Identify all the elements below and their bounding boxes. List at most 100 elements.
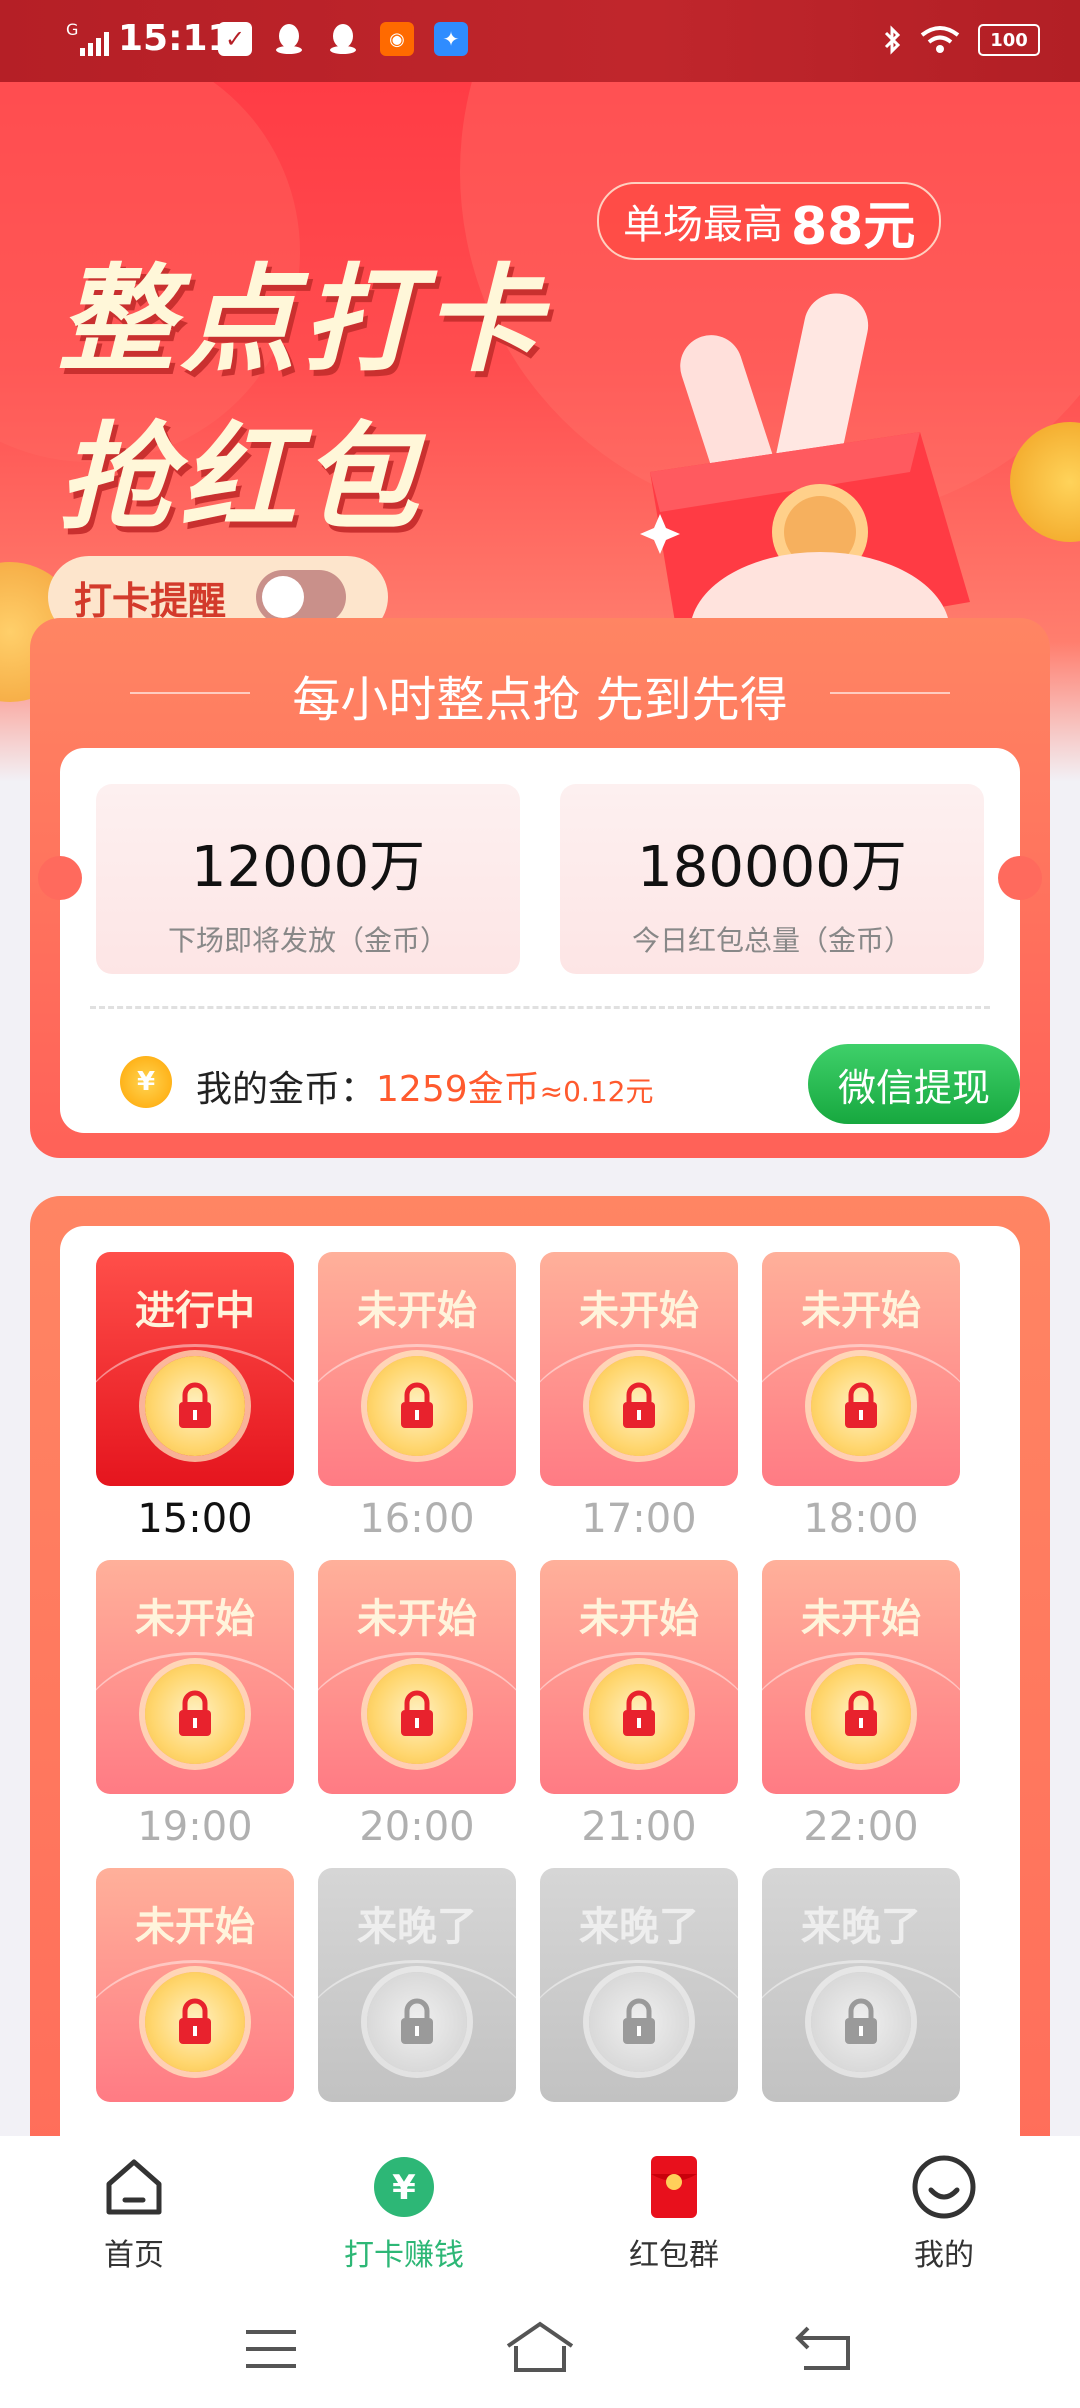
wifi-icon <box>920 26 960 53</box>
red-envelope-card[interactable]: 未开始 <box>762 1560 960 1794</box>
dashed-separator <box>90 1006 990 1009</box>
task-check-icon: ✓ <box>218 22 252 56</box>
red-envelope-card[interactable]: 未开始 <box>540 1560 738 1794</box>
lock-icon <box>811 1356 911 1456</box>
nav-home[interactable]: 首页 <box>34 2154 234 2274</box>
notification-icons: ✓ ◉ ✦ <box>218 22 468 56</box>
clock: 15:11 <box>118 18 233 59</box>
time-slots-card: 进行中 15:00 未开始 16:00 未开始 17:00 未开始 18:00 未开始 19:00… <box>30 1196 1050 2206</box>
slot-status: 未开始 <box>801 1596 921 1642</box>
yuan-coin-icon: ¥ <box>374 2157 434 2217</box>
status-bar: G 15:11 ✓ ◉ ✦ 100 <box>0 0 1080 82</box>
lock-icon <box>145 1664 245 1764</box>
red-envelope-card[interactable]: 未开始 <box>318 1252 516 1486</box>
ticket-notch <box>38 856 82 900</box>
lock-icon <box>145 1356 245 1456</box>
red-envelope-card[interactable]: 未开始 <box>96 1560 294 1794</box>
slot-status: 来晚了 <box>801 1904 921 1950</box>
remind-label: 打卡提醒 <box>74 578 227 623</box>
back-icon[interactable] <box>794 2324 852 2372</box>
time-slot[interactable]: 来晚了 <box>540 1868 738 2168</box>
red-envelope-card[interactable]: 未开始 <box>96 1868 294 2102</box>
slot-status: 未开始 <box>135 1904 255 1950</box>
time-slot[interactable]: 进行中 15:00 <box>96 1252 294 1552</box>
red-envelope-card[interactable]: 未开始 <box>762 1252 960 1486</box>
summary-inner-panel: 12000万 下场即将发放（金币） 180000万 今日红包总量（金币） ¥ 我… <box>60 748 1020 1133</box>
lock-icon <box>367 1356 467 1456</box>
time-slot[interactable]: 未开始 16:00 <box>318 1252 516 1552</box>
bottom-navigation: 首页 ¥ 打卡赚钱 红包群 我的 <box>0 2136 1080 2296</box>
nav-home-label: 首页 <box>104 2238 164 2273</box>
nav-checkin-label: 打卡赚钱 <box>344 2238 464 2273</box>
time-slot[interactable]: 未开始 22:00 <box>762 1560 960 1860</box>
lock-icon <box>367 1664 467 1764</box>
slot-time: 15:00 <box>137 1496 253 1542</box>
next-round-stat: 12000万 下场即将发放（金币） <box>96 784 520 974</box>
hero-title-line1: 整点打卡 <box>58 253 546 388</box>
my-coins-approx: ≈0.12元 <box>539 1075 654 1108</box>
summary-headline: 每小时整点抢 先到先得 <box>292 672 788 728</box>
time-slot[interactable]: 未开始 21:00 <box>540 1560 738 1860</box>
badge-prefix: 单场最高 <box>623 202 783 248</box>
slot-time: 19:00 <box>137 1804 253 1850</box>
runner-app-icon: ✦ <box>434 22 468 56</box>
red-envelope-card[interactable]: 来晚了 <box>540 1868 738 2102</box>
max-reward-badge: 单场最高 88元 <box>597 182 942 260</box>
red-envelope-card[interactable]: 进行中 <box>96 1252 294 1486</box>
red-envelope-card[interactable]: 未开始 <box>540 1252 738 1486</box>
slot-status: 进行中 <box>135 1288 255 1334</box>
slot-time: 18:00 <box>803 1496 919 1542</box>
slot-time: 17:00 <box>581 1496 697 1542</box>
slot-time: 16:00 <box>359 1496 475 1542</box>
app-badge-icon: ◉ <box>380 22 414 56</box>
red-envelope-card[interactable]: 未开始 <box>318 1560 516 1794</box>
home-nav-icon[interactable] <box>504 2320 576 2374</box>
hero-title: 整点打卡 抢红包 <box>58 242 546 558</box>
lock-icon <box>811 1972 911 2072</box>
my-coins-label: 我的金币： <box>196 1069 377 1110</box>
wechat-withdraw-button[interactable]: 微信提现 <box>808 1044 1020 1124</box>
slot-status: 未开始 <box>579 1288 699 1334</box>
time-slot[interactable]: 未开始 19:00 <box>96 1560 294 1860</box>
slot-time: 22:00 <box>803 1804 919 1850</box>
menu-icon[interactable] <box>244 2326 298 2372</box>
switch-knob <box>262 576 305 618</box>
qq-icon <box>272 22 306 56</box>
badge-amount: 88元 <box>791 196 916 257</box>
time-slot[interactable]: 未开始 <box>96 1868 294 2168</box>
svg-text:¥: ¥ <box>392 2168 416 2208</box>
lock-icon <box>589 1972 689 2072</box>
remind-switch[interactable] <box>256 570 347 624</box>
time-slot[interactable]: 来晚了 <box>318 1868 516 2168</box>
next-amount: 12000万 <box>190 835 426 900</box>
time-slot[interactable]: 来晚了 <box>762 1868 960 2168</box>
my-coins-value: 1259金币 <box>376 1069 540 1110</box>
time-slot[interactable]: 未开始 20:00 <box>318 1560 516 1860</box>
nav-checkin-earn[interactable]: ¥ 打卡赚钱 <box>304 2154 504 2274</box>
lock-icon <box>811 1664 911 1764</box>
time-slot[interactable]: 未开始 18:00 <box>762 1252 960 1552</box>
slot-status: 未开始 <box>801 1288 921 1334</box>
signal-label: G <box>66 20 79 39</box>
time-slot[interactable]: 未开始 17:00 <box>540 1252 738 1552</box>
nav-mine[interactable]: 我的 <box>844 2154 1044 2274</box>
slot-time: 20:00 <box>359 1804 475 1850</box>
red-envelope-card[interactable]: 来晚了 <box>762 1868 960 2102</box>
smiley-icon <box>912 2155 976 2219</box>
slot-status: 来晚了 <box>579 1904 699 1950</box>
qq-icon-2 <box>326 22 360 56</box>
slot-status: 未开始 <box>579 1596 699 1642</box>
nav-mine-label: 我的 <box>914 2238 974 2273</box>
home-icon <box>106 2159 162 2215</box>
slot-status: 未开始 <box>357 1596 477 1642</box>
red-envelope-card[interactable]: 来晚了 <box>318 1868 516 2102</box>
total-today-stat: 180000万 今日红包总量（金币） <box>560 784 984 974</box>
slot-status: 来晚了 <box>357 1904 477 1950</box>
red-envelope-icon <box>651 2156 697 2218</box>
signal-icon <box>80 32 109 56</box>
total-amount: 180000万 <box>637 835 907 900</box>
nav-redpacket-group[interactable]: 红包群 <box>574 2154 774 2274</box>
lock-icon <box>589 1356 689 1456</box>
slot-status: 未开始 <box>357 1288 477 1334</box>
reward-summary-card: 每小时整点抢 先到先得 12000万 下场即将发放（金币） 180000万 今日… <box>30 618 1050 1158</box>
